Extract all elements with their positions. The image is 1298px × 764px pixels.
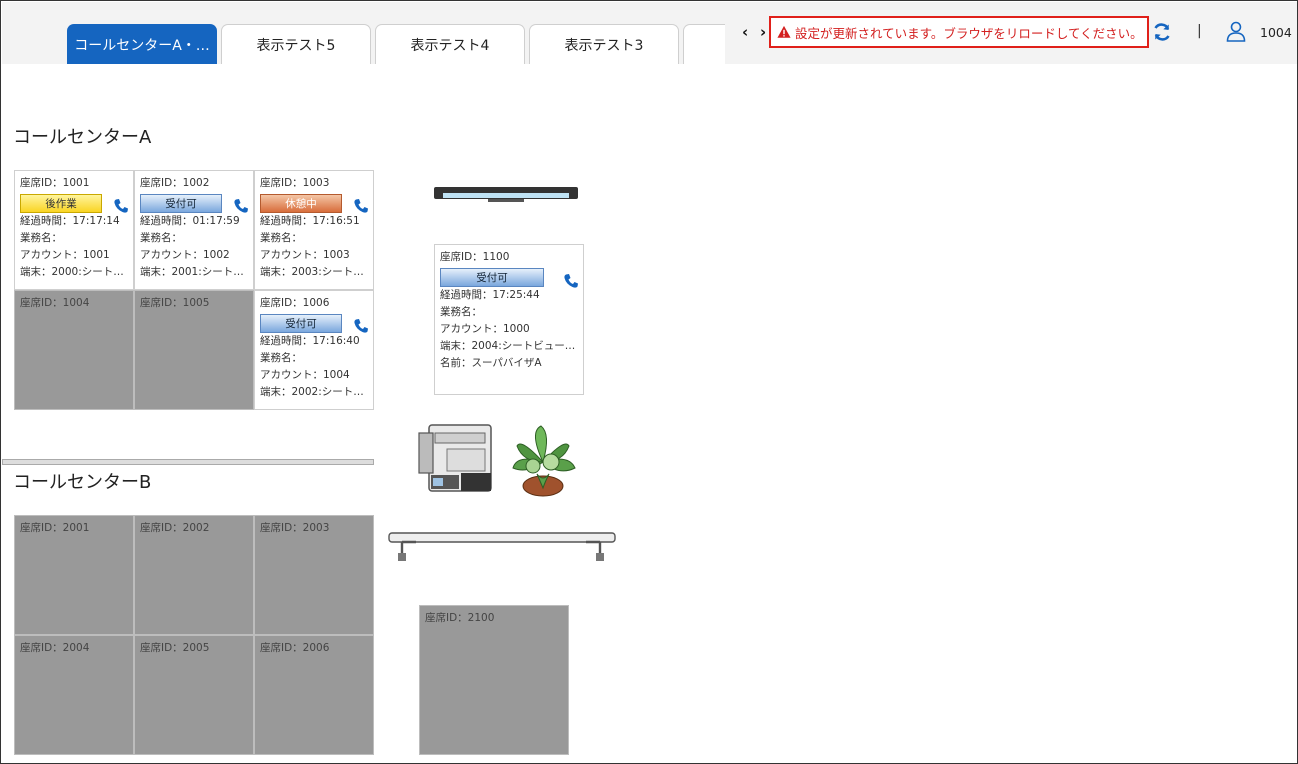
seat-id: 座席ID：2001 <box>20 522 90 534</box>
seat-id: 座席ID：2005 <box>140 642 210 654</box>
account: アカウント：1004 <box>260 369 350 381</box>
tab-display-test-5[interactable]: 表示テスト5 <box>221 24 371 64</box>
seat-id: 座席ID：1005 <box>140 297 210 309</box>
seat-id: 座席ID：1002 <box>140 177 210 189</box>
task-name: 業務名： <box>140 232 182 244</box>
seat-1100[interactable]: 座席ID：1100 受付可 経過時間：17:25:44 業務名： アカウント：1… <box>434 244 584 395</box>
seat-1002[interactable]: 座席ID：1002 受付可 経過時間：01:17:59 業務名： アカウント：1… <box>134 170 254 290</box>
terminal: 端末：2001:シート… <box>140 266 244 278</box>
chevron-right-icon[interactable]: › <box>760 23 766 41</box>
phone-icon[interactable] <box>353 198 369 214</box>
shelf-icon <box>388 532 616 561</box>
seat-map-window: コールセンターA・… 表示テスト5 表示テスト4 表示テスト3 表 ‹ › 設定… <box>0 0 1298 764</box>
seat-1006[interactable]: 座席ID：1006 受付可 経過時間：17:16:40 業務名： アカウント：1… <box>254 290 374 410</box>
terminal: 端末：2004:シートビュー… <box>440 340 576 352</box>
seat-id: 座席ID：1006 <box>260 297 330 309</box>
seat-2002[interactable]: 座席ID：2002 <box>134 515 254 635</box>
warning-icon <box>777 25 791 38</box>
user-icon[interactable] <box>1225 20 1247 42</box>
terminal: 端末：2003:シート… <box>260 266 364 278</box>
section-divider <box>2 459 374 465</box>
seat-id: 座席ID：2006 <box>260 642 330 654</box>
status-badge: 受付可 <box>440 268 544 287</box>
account: アカウント：1001 <box>20 249 110 261</box>
plant-icon <box>512 425 576 497</box>
account: アカウント：1003 <box>260 249 350 261</box>
task-name: 業務名： <box>440 306 482 318</box>
seat-1003[interactable]: 座席ID：1003 休憩中 経過時間：17:16:51 業務名： アカウント：1… <box>254 170 374 290</box>
seat-1005[interactable]: 座席ID：1005 <box>134 290 254 410</box>
status-badge: 受付可 <box>140 194 222 213</box>
alert-text: 設定が更新されています。ブラウザをリロードしてください。 <box>795 25 1143 41</box>
seat-1004[interactable]: 座席ID：1004 <box>14 290 134 410</box>
seat-id: 座席ID：1001 <box>20 177 90 189</box>
settings-updated-alert: 設定が更新されています。ブラウザをリロードしてください。 <box>769 16 1149 48</box>
tab-bar: コールセンターA・… 表示テスト5 表示テスト4 表示テスト3 表 <box>67 24 725 64</box>
printer-icon <box>418 424 492 492</box>
seat-2004[interactable]: 座席ID：2004 <box>14 635 134 755</box>
terminal: 端末：2000:シート… <box>20 266 124 278</box>
seat-id: 座席ID：2003 <box>260 522 330 534</box>
task-name: 業務名： <box>260 232 302 244</box>
seat-id: 座席ID：2004 <box>20 642 90 654</box>
elapsed-time: 経過時間：17:25:44 <box>440 289 540 301</box>
seat-id: 座席ID：1004 <box>20 297 90 309</box>
seat-2100[interactable]: 座席ID：2100 <box>419 605 569 755</box>
phone-icon[interactable] <box>563 273 579 289</box>
phone-icon[interactable] <box>233 198 249 214</box>
account: アカウント：1002 <box>140 249 230 261</box>
seat-id: 座席ID：2002 <box>140 522 210 534</box>
seat-2001[interactable]: 座席ID：2001 <box>14 515 134 635</box>
phone-icon[interactable] <box>353 318 369 334</box>
section-title-a: コールセンターA <box>13 127 152 148</box>
status-badge: 後作業 <box>20 194 102 213</box>
terminal: 端末：2002:シート… <box>260 386 364 398</box>
seat-2005[interactable]: 座席ID：2005 <box>134 635 254 755</box>
status-badge: 受付可 <box>260 314 342 333</box>
seat-2003[interactable]: 座席ID：2003 <box>254 515 374 635</box>
seat-2006[interactable]: 座席ID：2006 <box>254 635 374 755</box>
tab-display-test-4[interactable]: 表示テスト4 <box>375 24 525 64</box>
tab-call-center-a[interactable]: コールセンターA・… <box>67 24 217 64</box>
monitor-icon <box>434 187 578 202</box>
header-separator: | <box>1197 23 1202 39</box>
user-id: 1004 <box>1260 25 1292 40</box>
seat-id: 座席ID：1003 <box>260 177 330 189</box>
elapsed-time: 経過時間：17:16:51 <box>260 215 360 227</box>
seat-1001[interactable]: 座席ID：1001 後作業 経過時間：17:17:14 業務名： アカウント：1… <box>14 170 134 290</box>
section-title-b: コールセンターB <box>13 472 152 493</box>
seat-id: 座席ID：2100 <box>425 612 495 624</box>
elapsed-time: 経過時間：17:16:40 <box>260 335 360 347</box>
seat-id: 座席ID：1100 <box>440 251 510 263</box>
tab-display-test-3[interactable]: 表示テスト3 <box>529 24 679 64</box>
task-name: 業務名： <box>260 352 302 364</box>
elapsed-time: 経過時間：01:17:59 <box>140 215 240 227</box>
chevron-left-icon[interactable]: ‹ <box>742 23 748 41</box>
status-badge: 休憩中 <box>260 194 342 213</box>
account: アカウント：1000 <box>440 323 530 335</box>
phone-icon[interactable] <box>113 198 129 214</box>
elapsed-time: 経過時間：17:17:14 <box>20 215 120 227</box>
tab-partial[interactable]: 表 <box>683 24 725 64</box>
supervisor-name: 名前：スーパバイザA <box>440 357 542 369</box>
reload-icon[interactable] <box>1152 22 1172 42</box>
task-name: 業務名： <box>20 232 62 244</box>
